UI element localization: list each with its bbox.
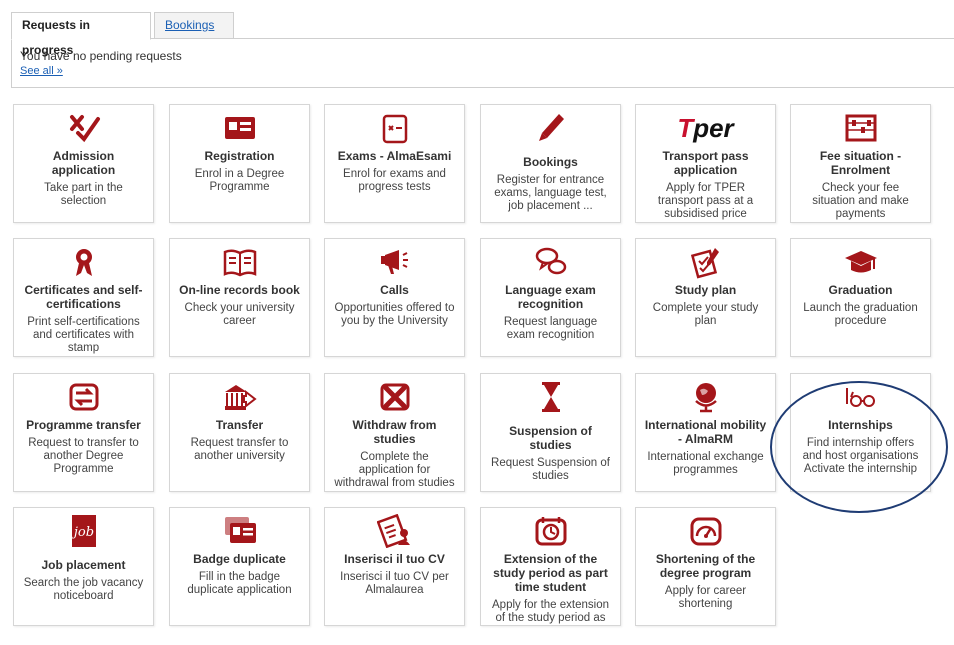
registration-card-icon [170, 111, 309, 145]
pen-icon [481, 111, 620, 151]
rosette-icon [14, 245, 153, 279]
tile-title: Badge duplicate [193, 552, 286, 566]
tile-study-plan[interactable]: Study plan Complete your study plan [635, 238, 776, 357]
cv-document-icon [325, 513, 464, 549]
globe-icon [636, 380, 775, 414]
open-book-icon [170, 245, 309, 279]
tile-suspension-of-studies[interactable]: Suspension of studies Request Suspension… [480, 373, 621, 492]
svg-text:job: job [70, 525, 93, 540]
tile-transport-pass[interactable]: Tper Transport pass application Apply fo… [635, 104, 776, 223]
tile-title: Language exam recognition [505, 283, 596, 311]
tile-description: Check your university career [184, 302, 295, 327]
graduation-cap-icon [791, 245, 930, 279]
tile-exams-almaesami[interactable]: Exams - AlmaEsami Enrol for exams and pr… [324, 104, 465, 223]
glasses-icon [791, 380, 930, 414]
tile-description: Enrol in a Degree Programme [194, 168, 285, 193]
tile-description: Apply for career shortening [664, 585, 747, 610]
tile-description: Check your fee situation and make paymen… [812, 182, 909, 220]
megaphone-icon [325, 245, 464, 279]
building-arrow-icon [170, 380, 309, 414]
admission-icon [14, 111, 153, 145]
tile-title: Inserisci il tuo CV [344, 552, 445, 566]
tile-description: Apply for TPER transport pass at a subsi… [657, 182, 754, 220]
tile-international-mobility[interactable]: International mobility - AlmaRM Internat… [635, 373, 776, 492]
tile-title: Shortening of the degree program [655, 552, 756, 580]
tile-admission-application[interactable]: Admission application Take part in the s… [13, 104, 154, 223]
tile-description: Search the job vacancy noticeboard [23, 577, 144, 602]
clock-calendar-icon [481, 514, 620, 548]
tile-graduation[interactable]: Graduation Launch the graduation procedu… [790, 238, 931, 357]
badge-card-icon [170, 514, 309, 548]
tile-title: Graduation [828, 283, 893, 297]
tile-description: Request Suspension of studies [491, 457, 610, 482]
tile-title: Withdraw from studies [352, 418, 437, 446]
tile-description: Register for entrance exams, language te… [494, 174, 607, 212]
tile-description: Apply for the extension of the study per… [492, 599, 609, 624]
tile-description: Inserisci il tuo CV per Almalaurea [340, 571, 449, 596]
tile-description: Find internship offers and host organisa… [802, 437, 919, 475]
tile-description: Complete your study plan [652, 302, 759, 327]
withdraw-x-icon [325, 380, 464, 414]
tile-title: Calls [380, 283, 409, 297]
tile-certificates[interactable]: Certificates and self-certifications Pri… [13, 238, 154, 357]
tile-title: International mobility - AlmaRM [644, 418, 767, 446]
exam-paper-icon [325, 111, 464, 145]
tile-shortening-degree-program[interactable]: Shortening of the degree program Apply f… [635, 507, 776, 626]
tile-transfer[interactable]: Transfer Request transfer to another uni… [169, 373, 310, 492]
requests-panel: You have no pending requests See all » [11, 38, 954, 88]
tile-title: Admission application [51, 149, 116, 177]
tab-bar: Requests in progress Bookings [11, 12, 954, 57]
tile-extension-study-period[interactable]: Extension of the study period as part ti… [480, 507, 621, 626]
tab-requests-in-progress[interactable]: Requests in progress [11, 12, 151, 57]
speech-bubbles-icon [481, 245, 620, 279]
tile-internships[interactable]: Internships Find internship offers and h… [790, 373, 931, 492]
tile-title: Exams - AlmaEsami [337, 149, 452, 163]
tile-description: Request to transfer to another Degree Pr… [28, 437, 139, 475]
tile-withdraw-from-studies[interactable]: Withdraw from studies Complete the appli… [324, 373, 465, 492]
speedometer-icon [636, 514, 775, 548]
tile-title: Transfer [215, 418, 264, 432]
tper-logo: Tper [677, 113, 734, 143]
tile-calls[interactable]: Calls Opportunities offered to you by th… [324, 238, 465, 357]
tile-inserisci-cv[interactable]: Inserisci il tuo CV Inserisci il tuo CV … [324, 507, 465, 626]
see-all-link[interactable]: See all » [20, 65, 63, 77]
tile-title: Extension of the study period as part ti… [493, 552, 608, 594]
tile-bookings[interactable]: Bookings Register for entrance exams, la… [480, 104, 621, 223]
tile-online-records-book[interactable]: On-line records book Check your universi… [169, 238, 310, 357]
tile-job-placement[interactable]: job Job placement Search the job vacancy… [13, 507, 154, 626]
tile-description: Enrol for exams and progress tests [343, 168, 446, 193]
tile-title: Suspension of studies [509, 424, 592, 452]
tile-title: Programme transfer [26, 418, 141, 432]
tile-title: Internships [828, 418, 893, 432]
tile-description: International exchange programmes [647, 451, 764, 476]
tile-title: Job placement [41, 558, 126, 572]
tile-title: Registration [204, 149, 275, 163]
tile-title: Study plan [674, 283, 737, 297]
tile-title: Fee situation - Enrolment [819, 149, 902, 177]
tile-title: Transport pass application [662, 149, 749, 177]
tile-registration[interactable]: Registration Enrol in a Degree Programme [169, 104, 310, 223]
job-logo-icon: job [14, 514, 153, 554]
tile-description: Take part in the selection [44, 182, 123, 207]
tile-title: On-line records book [179, 283, 300, 297]
tile-description: Fill in the badge duplicate application [187, 571, 292, 596]
tile-title: Certificates and self-certifications [24, 283, 143, 311]
tile-title: Bookings [523, 155, 578, 169]
tile-language-exam-recognition[interactable]: Language exam recognition Request langua… [480, 238, 621, 357]
tile-programme-transfer[interactable]: Programme transfer Request to transfer t… [13, 373, 154, 492]
checklist-icon [636, 245, 775, 279]
hourglass-icon [481, 380, 620, 420]
tile-description: Request transfer to another university [190, 437, 289, 462]
tile-fee-situation[interactable]: Fee situation - Enrolment Check your fee… [790, 104, 931, 223]
tile-description: Launch the graduation procedure [803, 302, 918, 327]
abacus-icon [791, 111, 930, 145]
tile-badge-duplicate[interactable]: Badge duplicate Fill in the badge duplic… [169, 507, 310, 626]
tile-description: Opportunities offered to you by the Univ… [334, 302, 455, 327]
tile-description: Print self-certifications and certificat… [27, 316, 140, 354]
tile-description: Request language exam recognition [503, 316, 598, 341]
transfer-arrows-icon [14, 380, 153, 414]
tab-bookings[interactable]: Bookings [154, 12, 234, 38]
tile-description: Complete the application for withdrawal … [334, 451, 455, 489]
